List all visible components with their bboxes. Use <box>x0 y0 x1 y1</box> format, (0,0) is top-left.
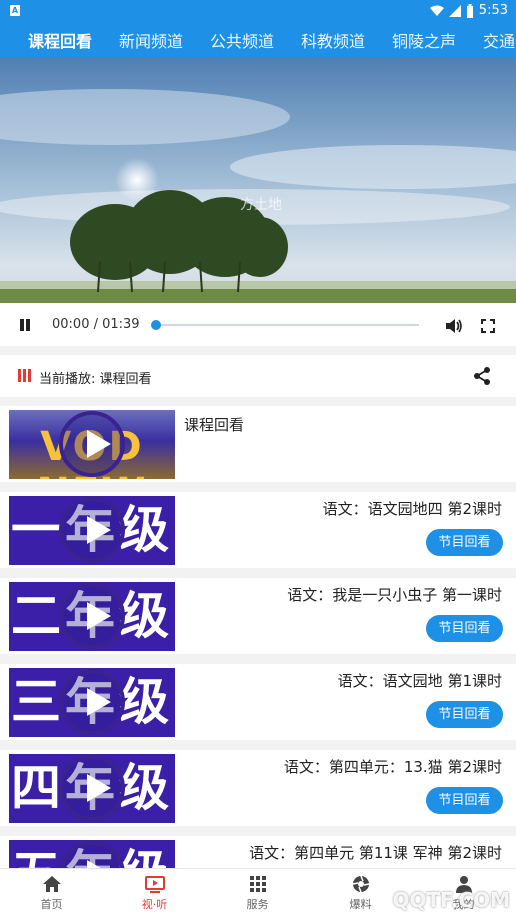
tab-news-channel[interactable]: 新闻频道 <box>119 28 183 52</box>
play-icon[interactable] <box>59 411 125 477</box>
nav-home[interactable]: 首页 <box>0 869 103 916</box>
video-frame: 方土地 <box>0 57 516 303</box>
nav-video-audio[interactable]: 视·听 <box>103 869 206 916</box>
tab-course-replay[interactable]: 课程回看 <box>28 28 92 52</box>
replay-button[interactable]: 节目回看 <box>426 701 503 728</box>
progress-track[interactable] <box>156 324 419 326</box>
player-controls: 00:00 / 01:39 <box>0 303 516 346</box>
item-title: 语文：我是一只小虫子 第一课时 <box>287 586 502 604</box>
camera-aperture-icon <box>352 875 369 893</box>
tab-traffic[interactable]: 交通 <box>483 28 515 52</box>
channel-tab-bar: 课程回看 新闻频道 公共频道 科教频道 铜陵之声 交通 <box>0 22 516 57</box>
video-thumbnail[interactable]: 四年级 <box>9 754 175 823</box>
signal-icon <box>448 4 461 17</box>
equalizer-icon <box>18 369 32 382</box>
list-item[interactable]: 四年级 语文：第四单元：13.猫 第2课时 节目回看 <box>0 750 516 826</box>
grid-icon <box>249 876 266 892</box>
tab-tongling-voice[interactable]: 铜陵之声 <box>392 28 456 52</box>
playback-time: 00:00 / 01:39 <box>52 317 140 332</box>
nav-services[interactable]: 服务 <box>206 869 309 916</box>
replay-button[interactable]: 节目回看 <box>426 529 503 556</box>
video-thumbnail[interactable]: 三年级 <box>9 668 175 737</box>
list-item[interactable]: 二年级 语文：我是一只小虫子 第一课时 节目回看 <box>0 578 516 654</box>
now-playing-label: 当前播放: 课程回看 <box>39 372 152 387</box>
video-thumbnail[interactable]: 五年级 <box>9 840 175 868</box>
list-item[interactable]: VOD NEW 课程回看 <box>0 406 516 482</box>
list-item[interactable]: 一年级 语文：语文园地四 第2课时 节目回看 <box>0 492 516 568</box>
progress-thumb[interactable] <box>151 320 161 330</box>
item-title: 语文：语文园地 第1课时 <box>337 672 502 690</box>
play-icon[interactable] <box>59 755 125 821</box>
video-caption: 方土地 <box>240 197 282 213</box>
play-icon[interactable] <box>59 669 125 735</box>
video-thumbnail[interactable]: 一年级 <box>9 496 175 565</box>
play-icon[interactable] <box>59 497 125 563</box>
tab-public-channel[interactable]: 公共频道 <box>210 28 274 52</box>
video-thumbnail[interactable]: VOD NEW <box>9 410 175 479</box>
replay-button[interactable]: 节目回看 <box>426 615 503 642</box>
video-player[interactable]: 方土地 <box>0 57 516 303</box>
play-icon[interactable] <box>59 583 125 649</box>
app-notification-icon: A <box>10 5 20 16</box>
share-icon[interactable] <box>472 366 492 386</box>
watermark: QQTF.COM <box>392 888 510 912</box>
tab-science-channel[interactable]: 科教频道 <box>301 28 365 52</box>
status-bar: A 5:53 <box>0 0 516 22</box>
tv-icon <box>144 876 165 893</box>
volume-icon[interactable] <box>445 318 463 334</box>
item-title: 语文：第四单元 第11课 军神 第2课时 <box>249 844 502 862</box>
list-item[interactable]: 五年级 语文：第四单元 第11课 军神 第2课时 <box>0 836 516 868</box>
wifi-icon <box>429 5 444 16</box>
list-item[interactable]: 三年级 语文：语文园地 第1课时 节目回看 <box>0 664 516 740</box>
now-playing-bar: 当前播放: 课程回看 <box>0 355 516 397</box>
clock: 5:53 <box>478 3 508 18</box>
video-thumbnail[interactable]: 二年级 <box>9 582 175 651</box>
item-title: 课程回看 <box>184 416 245 434</box>
nav-label: 视·听 <box>141 898 168 911</box>
nav-label: 首页 <box>40 898 63 911</box>
pause-icon[interactable] <box>18 317 32 331</box>
status-bar-right: 5:53 <box>429 3 508 18</box>
battery-icon <box>466 3 473 18</box>
fullscreen-icon[interactable] <box>481 319 495 333</box>
replay-button[interactable]: 节目回看 <box>426 787 503 814</box>
home-icon <box>42 876 61 892</box>
item-title: 语文：语文园地四 第2课时 <box>322 500 502 518</box>
item-title: 语文：第四单元：13.猫 第2课时 <box>283 758 502 776</box>
nav-label: 爆料 <box>349 898 372 911</box>
nav-label: 服务 <box>246 898 269 911</box>
